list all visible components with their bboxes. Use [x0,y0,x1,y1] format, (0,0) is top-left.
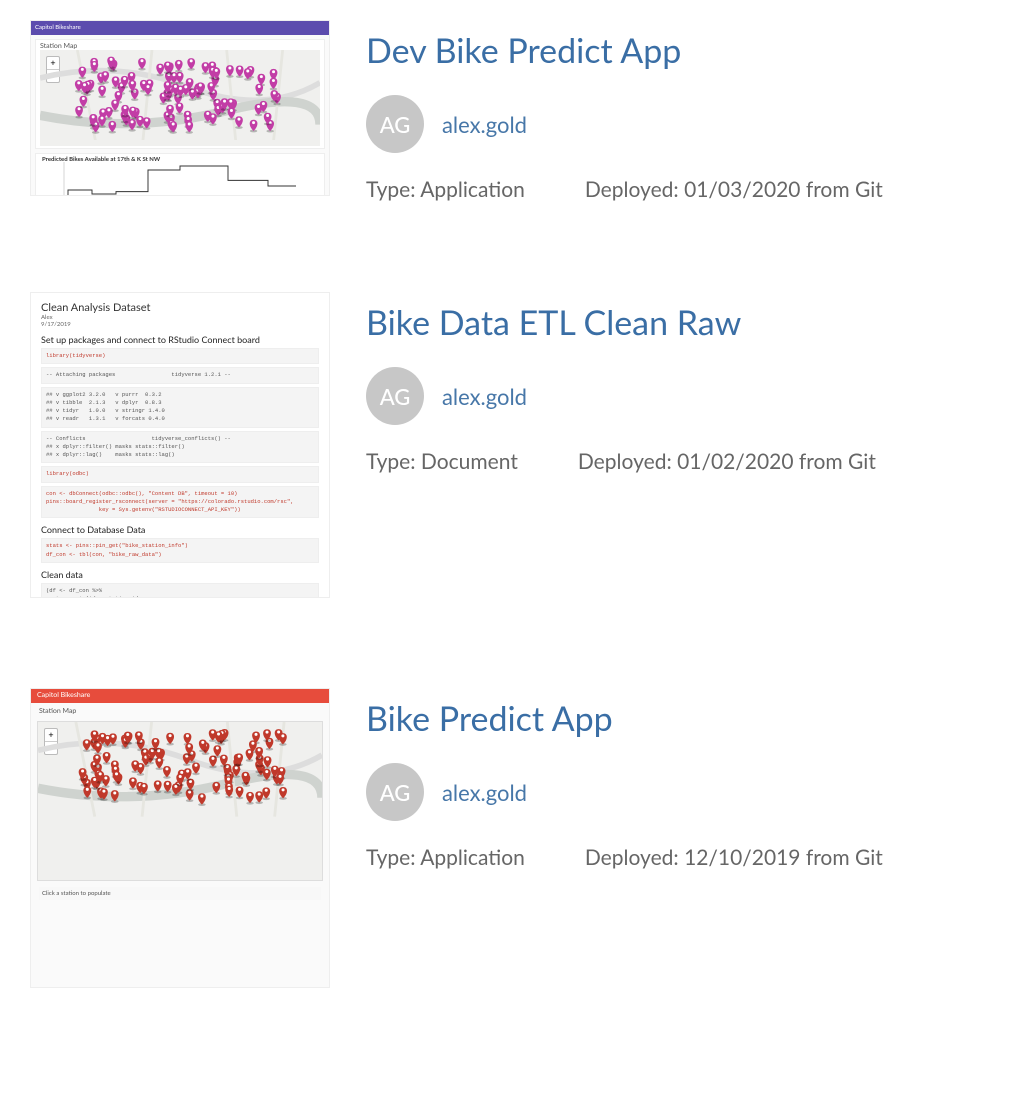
deployed-meta: Deployed: 01/03/2020 from Git [585,177,883,202]
type-meta: Type: Application [366,177,525,202]
author-row: AG alex.gold [366,367,1000,425]
panel-label: Station Map [31,703,329,715]
content-card: Capitol Bikeshare Station Map +− Predict… [30,20,1000,202]
author-link[interactable]: alex.gold [442,779,527,806]
doc-heading: Clean Analysis Dataset [41,301,319,314]
app-titlebar: Capitol Bikeshare [31,21,329,35]
type-meta: Type: Application [366,845,525,870]
code-block: library(tidyverse) [41,348,319,364]
doc-byline: Alex9/17/2019 [41,314,319,328]
type-meta: Type: Document [366,449,518,474]
map-preview: +− [40,50,320,146]
code-block: con <- dbConnect(odbc::odbc(), "Content … [41,486,319,519]
avatar: AG [366,95,424,153]
author-row: AG alex.gold [366,95,1000,153]
panel-label: Station Map [40,42,320,50]
code-block: stats <- pins::pin_get("bike_station_inf… [41,538,319,563]
content-title-link[interactable]: Dev Bike Predict App [366,30,1000,71]
content-title-link[interactable]: Bike Predict App [366,698,1000,739]
code-output: -- Attaching packages tidyverse 1.2.1 -- [41,367,319,383]
map-preview: +− [37,721,323,881]
app-titlebar: Capitol Bikeshare [31,689,329,703]
doc-section: Clean data [41,569,319,580]
content-details: Dev Bike Predict App AG alex.gold Type: … [366,20,1000,202]
author-row: AG alex.gold [366,763,1000,821]
meta-row: Type: Application Deployed: 12/10/2019 f… [366,845,1000,870]
content-thumbnail[interactable]: Capitol Bikeshare Station Map +− Predict… [30,20,330,196]
avatar: AG [366,367,424,425]
doc-section: Connect to Database Data [41,524,319,535]
chart-preview: Predicted Bikes Available at 17th & K St… [35,153,325,196]
meta-row: Type: Document Deployed: 01/02/2020 from… [366,449,1000,474]
code-output: -- Conflicts tidyverse_conflicts() -- ##… [41,431,319,464]
content-thumbnail[interactable]: Capitol Bikeshare Station Map +− Click a… [30,688,330,988]
content-thumbnail[interactable]: Clean Analysis Dataset Alex9/17/2019 Set… [30,292,330,598]
content-title-link[interactable]: Bike Data ETL Clean Raw [366,302,1000,343]
avatar: AG [366,763,424,821]
content-card: Clean Analysis Dataset Alex9/17/2019 Set… [30,292,1000,598]
author-link[interactable]: alex.gold [442,383,527,410]
code-output: ## v ggplot2 3.2.0 v purrr 0.3.2 ## v ti… [41,387,319,428]
deployed-meta: Deployed: 01/02/2020 from Git [578,449,876,474]
deployed-meta: Deployed: 12/10/2019 from Git [585,845,883,870]
content-details: Bike Data ETL Clean Raw AG alex.gold Typ… [366,292,1000,474]
author-link[interactable]: alex.gold [442,111,527,138]
hint-text: Click a station to populate [39,887,321,900]
code-block: (df <- df_con %>% transmute(id = station… [41,583,319,598]
doc-section: Set up packages and connect to RStudio C… [41,334,319,345]
content-details: Bike Predict App AG alex.gold Type: Appl… [366,688,1000,870]
code-block: library(odbc) [41,466,319,482]
meta-row: Type: Application Deployed: 01/03/2020 f… [366,177,1000,202]
content-card: Capitol Bikeshare Station Map +− Click a… [30,688,1000,988]
